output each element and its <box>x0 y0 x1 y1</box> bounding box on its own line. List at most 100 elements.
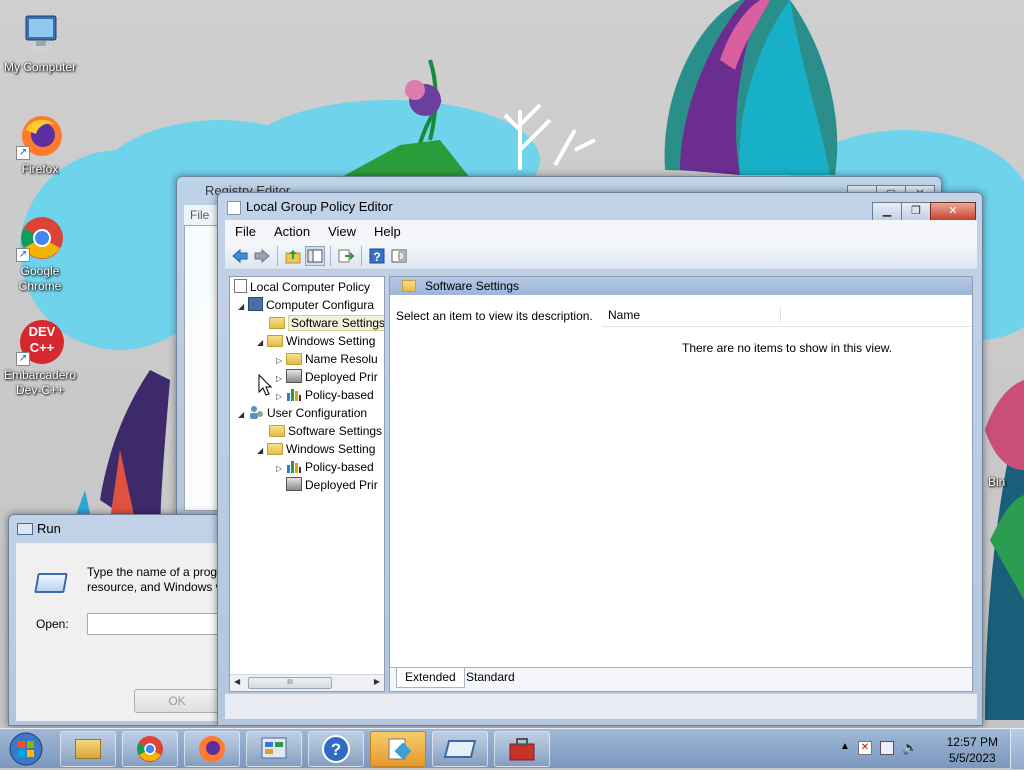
folder-icon <box>267 335 283 347</box>
toolbar-separator <box>330 245 331 266</box>
toolbar-separator <box>361 245 362 266</box>
gpe-titlebar[interactable]: Local Group Policy Editor ▁ ❐ ✕ <box>218 193 982 221</box>
tree-item-label: Computer Configura <box>266 298 375 312</box>
forward-icon[interactable] <box>252 246 272 266</box>
tree-root[interactable]: Local Computer Policy <box>234 278 370 296</box>
run-dialog[interactable]: Run Type the name of a progra resource, … <box>8 514 228 726</box>
menu-view[interactable]: View <box>318 224 364 239</box>
menu-action[interactable]: Action <box>264 224 318 239</box>
gpe-toolbar: ? <box>225 242 977 270</box>
taskbar: ? ▲ ✕ 🔈 12:57 PM 5/5/2023 <box>0 728 1024 769</box>
scroll-right-arrow-icon[interactable]: ▶ <box>374 677 380 686</box>
chrome-icon: ↗ <box>16 214 64 262</box>
recycle-bin-label[interactable]: Bin <box>988 475 1005 489</box>
folder-icon <box>267 443 283 455</box>
system-clock[interactable]: 12:57 PM 5/5/2023 <box>947 734 998 766</box>
tree-item-policy-based-qos-computer[interactable]: ▷ Policy-based <box>276 386 374 404</box>
taskbar-firefox[interactable] <box>184 731 240 767</box>
tree-item-deployed-printers-user[interactable]: Deployed Prir <box>286 476 378 494</box>
menu-file[interactable]: File <box>190 208 209 222</box>
tree-item-deployed-printers-computer[interactable]: ▷ Deployed Prir <box>276 368 378 386</box>
console-tree-pane[interactable]: Local Computer Policy ◢ Computer Configur… <box>229 276 385 692</box>
explorer-icon <box>75 739 101 759</box>
run-icon <box>443 740 477 758</box>
gpe-menubar: File Action View Help <box>225 220 977 242</box>
tree-item-computer-configuration[interactable]: ◢ Computer Configura <box>238 296 374 314</box>
tree-item-user-configuration[interactable]: ◢ User Configuration <box>238 404 367 422</box>
folder-icon <box>402 280 416 292</box>
user-config-icon <box>248 405 264 419</box>
close-button[interactable]: ✕ <box>930 202 976 221</box>
group-policy-editor-window[interactable]: Local Group Policy Editor ▁ ❐ ✕ File Act… <box>217 192 983 726</box>
details-description: Select an item to view its description. <box>396 309 593 323</box>
taskbar-control-panel[interactable] <box>246 731 302 767</box>
show-hidden-icon[interactable]: ▲ <box>840 741 850 752</box>
run-open-label: Open: <box>36 617 69 631</box>
tree-item-policy-based-qos-user[interactable]: ▷ Policy-based <box>276 458 374 476</box>
tree-item-software-settings-user[interactable]: Software Settings <box>269 422 382 440</box>
show-desktop-button[interactable] <box>1010 729 1024 769</box>
properties-view-icon[interactable] <box>389 246 409 266</box>
tree-item-label: Windows Setting <box>286 334 376 348</box>
show-hide-tree-icon[interactable] <box>305 245 325 266</box>
tab-standard[interactable]: Standard <box>458 668 523 688</box>
tree-item-name-resolution[interactable]: ▷ Name Resolu <box>276 350 378 368</box>
taskbar-toolbox[interactable] <box>494 731 550 767</box>
run-titlebar[interactable]: Run <box>9 515 217 543</box>
network-icon[interactable] <box>880 741 894 755</box>
tree-item-windows-settings-user[interactable]: ◢ Windows Setting <box>257 440 375 458</box>
details-pane[interactable]: Software Settings Select an item to view… <box>389 276 973 692</box>
scroll-thumb[interactable]: III <box>248 677 332 689</box>
tree-horizontal-scrollbar[interactable]: ◀ III ▶ <box>230 674 384 691</box>
column-name-header[interactable]: Name <box>608 308 640 322</box>
taskbar-explorer[interactable] <box>60 731 116 767</box>
desktop-icon-firefox[interactable]: ↗ Firefox <box>2 112 78 177</box>
printer-icon <box>286 477 302 491</box>
menu-file[interactable]: File <box>225 224 264 239</box>
expand-arrow-icon[interactable]: ▷ <box>276 460 286 478</box>
desktop-icon-devcpp[interactable]: DEV C++ ↗ Embarcadero Dev-C++ <box>2 318 78 398</box>
svg-text:?: ? <box>331 740 341 759</box>
policy-doc-icon <box>234 279 247 293</box>
tree-item-windows-settings-computer[interactable]: ◢ Windows Setting <box>257 332 375 350</box>
back-icon[interactable] <box>230 246 250 266</box>
collapse-arrow-icon[interactable]: ◢ <box>257 334 267 352</box>
folder-icon <box>269 317 285 329</box>
run-instructions-line2: resource, and Windows wi <box>87 580 228 594</box>
taskbar-group-policy[interactable] <box>370 731 426 767</box>
desktop-icon-my-computer[interactable]: My Computer <box>2 10 78 75</box>
tree-item-label: User Configuration <box>267 406 368 420</box>
collapse-arrow-icon[interactable]: ◢ <box>257 442 267 460</box>
up-folder-icon[interactable] <box>283 246 303 266</box>
run-program-icon <box>34 573 68 593</box>
tab-extended[interactable]: Extended <box>396 668 465 688</box>
list-column-header: Name <box>602 303 972 327</box>
scroll-left-arrow-icon[interactable]: ◀ <box>234 677 240 686</box>
details-header: Software Settings <box>390 277 972 295</box>
help-icon[interactable]: ? <box>367 246 387 266</box>
tree-item-software-settings-computer[interactable]: Software Settings <box>269 314 384 332</box>
tree-item-label: Software Settings <box>288 315 384 331</box>
start-button[interactable] <box>4 731 48 767</box>
run-ok-button[interactable]: OK <box>134 689 220 713</box>
menu-help[interactable]: Help <box>364 224 409 239</box>
run-open-input[interactable] <box>87 613 227 635</box>
restore-button[interactable]: ❐ <box>901 202 931 221</box>
collapse-arrow-icon[interactable]: ◢ <box>238 406 248 424</box>
volume-icon[interactable]: 🔈 <box>902 740 918 756</box>
clock-time: 12:57 PM <box>946 735 998 749</box>
desktop-icon-label: Google Chrome <box>18 264 62 293</box>
desktop-icon-chrome[interactable]: ↗ Google Chrome <box>2 214 78 294</box>
export-list-icon[interactable] <box>336 246 356 266</box>
tree-item-label: Deployed Prir <box>305 370 378 384</box>
tree-item-label: Software Settings <box>288 424 383 438</box>
chrome-icon <box>137 736 163 762</box>
minimize-button[interactable]: ▁ <box>872 202 902 221</box>
action-center-icon[interactable]: ✕ <box>858 741 872 755</box>
taskbar-run[interactable] <box>432 731 488 767</box>
taskbar-chrome[interactable] <box>122 731 178 767</box>
toolbar-separator <box>277 245 278 266</box>
taskbar-help[interactable]: ? <box>308 731 364 767</box>
column-divider[interactable] <box>780 307 781 323</box>
collapse-arrow-icon[interactable]: ◢ <box>238 298 248 316</box>
